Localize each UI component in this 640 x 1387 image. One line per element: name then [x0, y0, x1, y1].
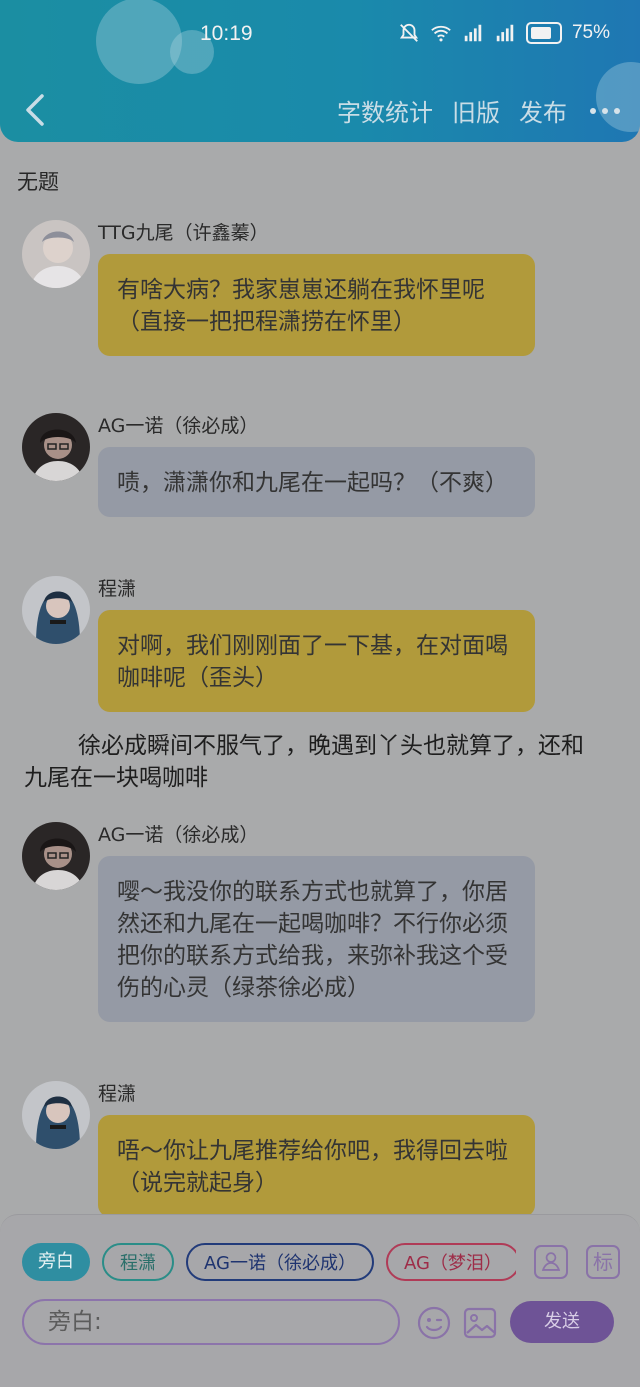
speaker-name: 程潇 [98, 578, 137, 600]
signal-icon [464, 24, 482, 42]
message-input-wrapper [22, 1299, 400, 1345]
composer-panel: 旁白程潇 AG一诺（徐必成） AG（梦泪） 标 发送 [0, 1214, 640, 1387]
signal-4g-icon [496, 24, 514, 42]
role-chip-ag-yinuo[interactable]: AG一诺（徐必成） [186, 1243, 374, 1281]
chat-bubble[interactable]: 嘤～我没你的联系方式也就算了，你居然还和九尾在一起喝咖啡？不行你必须把你的联系方… [98, 856, 535, 1022]
role-chip-ag-mengle[interactable]: AG（梦泪） [385, 1243, 516, 1281]
battery-icon [525, 22, 562, 44]
send-button[interactable]: 发送 [510, 1301, 614, 1343]
mute-bell-icon [399, 23, 419, 42]
role-chip-chengxiao[interactable]: 程潇 [102, 1243, 174, 1281]
old-version-button[interactable]: 旧版 [452, 93, 500, 128]
status-time: 10:19 [200, 22, 253, 45]
avatar[interactable] [22, 822, 90, 890]
word-count-button[interactable]: 字数统计 [337, 93, 433, 128]
role-selector: 旁白 程潇 AG一诺（徐必成） AG（梦泪） [22, 1243, 516, 1285]
chat-bubble[interactable]: 啧，潇潇你和九尾在一起吗？（不爽） [98, 447, 535, 517]
speaker-name: TTG九尾（许鑫蓁） [98, 222, 269, 244]
wifi-icon [431, 25, 451, 42]
avatar[interactable] [22, 576, 90, 644]
chat-bubble[interactable]: 唔～你让九尾推荐给你吧，我得回去啦（说完就起身） [98, 1115, 535, 1217]
message-input[interactable] [24, 1301, 398, 1343]
avatar[interactable] [22, 413, 90, 481]
chat-bubble[interactable]: 对啊，我们刚刚面了一下基，在对面喝咖啡呢（歪头） [98, 610, 535, 712]
speaker-name: 程潇 [98, 1083, 137, 1105]
back-arrow-icon[interactable] [20, 90, 50, 130]
avatar[interactable] [22, 1081, 90, 1149]
narration-text[interactable]: 徐必成瞬间不服气了，晚遇到丫头也就算了，还和九尾在一块喝咖啡 [24, 730, 584, 794]
status-icons: 75% [398, 22, 610, 44]
publish-button[interactable]: 发布 [519, 93, 567, 128]
decor-bubble [96, 0, 182, 84]
battery-percent: 75% [571, 22, 610, 43]
header-actions: 字数统计 旧版 发布 [337, 93, 620, 128]
top-header: 10:19 75% 字数统计 旧版 发布 [0, 0, 640, 142]
tag-icon[interactable]: 标 [586, 1245, 620, 1279]
speaker-name: AG一诺（徐必成） [98, 824, 259, 846]
document-title: 无题 [17, 170, 59, 194]
speaker-name: AG一诺（徐必成） [98, 415, 259, 437]
image-icon[interactable] [462, 1305, 498, 1341]
avatar[interactable] [22, 220, 90, 288]
more-options-icon[interactable] [586, 107, 620, 114]
role-chip-narration[interactable]: 旁白 [22, 1243, 90, 1281]
chat-bubble[interactable]: 有啥大病？我家崽崽还躺在我怀里呢（直接一把把程潇捞在怀里） [98, 254, 535, 356]
emoji-icon[interactable] [416, 1305, 452, 1341]
character-manage-icon[interactable] [534, 1245, 568, 1279]
